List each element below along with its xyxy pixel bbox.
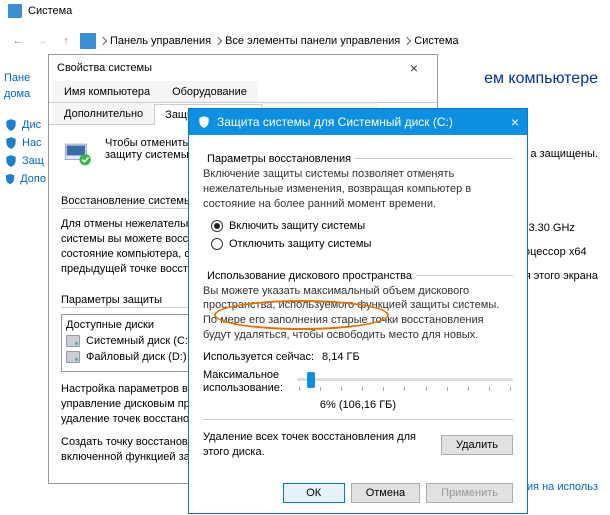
dialog-titlebar: Защита системы для Системный диск (C:) ×	[189, 109, 527, 135]
dialog-title: Свойства системы	[57, 62, 152, 74]
window-title: Система	[28, 5, 72, 17]
explorer-window: Система ← → ↑ Панель управления Все элем…	[0, 0, 610, 60]
radio-enable-protection[interactable]: Включить защиту системы	[211, 220, 513, 232]
shield-icon	[197, 115, 211, 129]
chevron-right-icon	[214, 37, 222, 45]
dialog-body: Параметры восстановления Включение защит…	[189, 135, 527, 469]
delete-button[interactable]: Удалить	[441, 435, 513, 455]
close-button[interactable]: ×	[489, 114, 519, 130]
current-usage: Используется сейчас: 8,14 ГБ	[203, 351, 513, 363]
drive-icon	[66, 351, 80, 363]
chevron-right-icon	[403, 37, 411, 45]
radio-disable-protection[interactable]: Отключить защиту системы	[211, 238, 513, 250]
ok-button[interactable]: ОК	[283, 483, 345, 503]
delete-row: Удаление всех точек восстановления для э…	[203, 419, 513, 459]
dialog-buttons: ОК Отмена Применить	[189, 473, 527, 513]
control-panel-sidebar: Пане дома Дис Нас Защ Допо	[0, 60, 50, 198]
group-disk-usage: Использование дискового пространства	[203, 270, 416, 282]
tab-advanced[interactable]: Дополнительно	[53, 103, 154, 124]
slider-thumb[interactable]	[307, 372, 315, 388]
shield-icon	[4, 154, 18, 168]
max-usage-slider-row: Максимальное использование:	[203, 369, 513, 395]
sidebar-item[interactable]: Пане	[4, 72, 46, 84]
breadcrumb-item[interactable]: Система	[414, 35, 458, 47]
radio-label: Включить защиту системы	[229, 220, 365, 232]
system-icon	[8, 4, 22, 18]
sidebar-item[interactable]: Нас	[4, 136, 46, 150]
drive-icon	[66, 335, 80, 347]
forward-button[interactable]: →	[32, 31, 52, 51]
breadcrumb-item[interactable]: Все элементы панели управления	[225, 35, 400, 47]
delete-description: Удаление всех точек восстановления для э…	[203, 430, 431, 459]
chevron-right-icon	[99, 37, 107, 45]
protection-status: а защищены.	[530, 148, 598, 160]
max-usage-label: Максимальное использование:	[203, 369, 289, 395]
system-protection-config-dialog: Защита системы для Системный диск (C:) ×…	[188, 108, 528, 514]
tab-row-top: Имя компьютера Оборудование	[49, 81, 437, 103]
close-button[interactable]: ×	[399, 60, 429, 76]
back-button[interactable]: ←	[8, 31, 28, 51]
disk-usage-description: Вы можете указать максимальный объем дис…	[203, 284, 513, 343]
protection-icon	[61, 137, 95, 171]
breadcrumb-item[interactable]: Панель управления	[110, 35, 211, 47]
dialog-title: Защита системы для Системный диск (C:)	[217, 115, 453, 129]
up-button[interactable]: ↑	[56, 31, 76, 51]
group-restore-settings: Параметры восстановления	[203, 153, 355, 165]
tab-computer-name[interactable]: Имя компьютера	[53, 81, 161, 102]
shield-icon	[4, 118, 18, 132]
radio-icon	[211, 238, 223, 250]
breadcrumb[interactable]: Панель управления Все элементы панели уп…	[80, 33, 459, 49]
used-label: Используется сейчас:	[203, 351, 314, 363]
dialog-titlebar: Свойства системы ×	[49, 55, 437, 81]
sidebar-item[interactable]: Допо	[4, 172, 46, 186]
cancel-button[interactable]: Отмена	[351, 483, 420, 503]
shield-icon	[4, 136, 18, 150]
radio-label: Отключить защиту системы	[229, 238, 371, 250]
sidebar-item[interactable]: Защ	[4, 154, 46, 168]
control-panel-icon	[80, 33, 96, 49]
tab-hardware[interactable]: Оборудование	[161, 81, 258, 102]
max-usage-slider[interactable]	[297, 372, 513, 392]
radio-icon	[211, 220, 223, 232]
restore-description: Включение защиты системы позволяет отмен…	[203, 167, 513, 212]
shield-icon	[4, 172, 16, 186]
usage-percent: 6% (106,16 ГБ)	[203, 399, 513, 411]
apply-button[interactable]: Применить	[426, 483, 513, 503]
used-value: 8,14 ГБ	[322, 351, 360, 363]
sidebar-item[interactable]: дома	[4, 88, 46, 100]
sidebar-item[interactable]: Дис	[4, 118, 46, 132]
page-heading: ем компьютере	[484, 70, 598, 88]
explorer-titlebar: Система	[0, 0, 610, 22]
